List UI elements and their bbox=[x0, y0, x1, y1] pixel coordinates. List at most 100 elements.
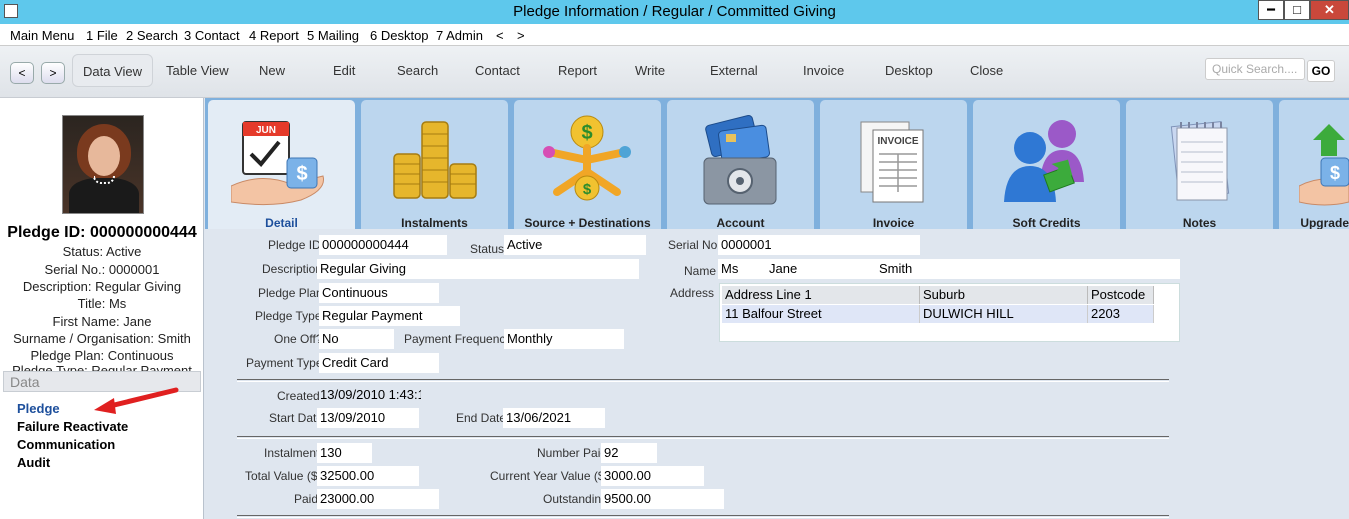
outstanding-field[interactable]: 9500.00 bbox=[601, 489, 724, 509]
name-field[interactable]: Ms Jane Smith bbox=[718, 259, 1180, 279]
start-date-field[interactable]: 13/09/2010 bbox=[317, 408, 419, 428]
one-off-label: One Off? bbox=[274, 332, 323, 346]
tab-strip: JUN $ Detail Instalments $ $ Source + De… bbox=[205, 98, 1349, 230]
summary-first-name: First Name: Jane bbox=[52, 314, 152, 329]
description-label: Description bbox=[262, 262, 323, 276]
tab-instalments[interactable]: Instalments bbox=[361, 100, 508, 230]
report-button[interactable]: Report bbox=[558, 63, 597, 78]
outstanding-label: Outstanding bbox=[543, 492, 608, 506]
desktop-button[interactable]: Desktop bbox=[885, 63, 933, 78]
menu-scroll-left[interactable]: < bbox=[496, 28, 504, 43]
write-button[interactable]: Write bbox=[635, 63, 665, 78]
menu-scroll-right[interactable]: > bbox=[517, 28, 525, 43]
title-bar: Pledge Information / Regular / Committed… bbox=[0, 0, 1349, 24]
number-paid-field[interactable]: 92 bbox=[601, 443, 657, 463]
close-window-button[interactable]: ✕ bbox=[1310, 0, 1349, 20]
toolbar: < > Data View Table View New Edit Search… bbox=[0, 46, 1349, 98]
menu-file[interactable]: 1 File bbox=[86, 28, 118, 43]
back-button[interactable]: < bbox=[10, 62, 34, 84]
description-field[interactable]: Regular Giving bbox=[317, 259, 639, 279]
sidebar-item-failure-reactivate[interactable]: Failure Reactivate bbox=[17, 419, 128, 434]
paid-label: Paid bbox=[294, 492, 319, 506]
money-flow-icon: $ $ bbox=[543, 115, 631, 201]
new-button[interactable]: New bbox=[259, 63, 285, 78]
menu-admin[interactable]: 7 Admin bbox=[436, 28, 483, 43]
quick-search-input[interactable]: Quick Search.... bbox=[1205, 58, 1305, 80]
end-date-field[interactable]: 13/06/2021 bbox=[503, 408, 605, 428]
forward-button[interactable]: > bbox=[41, 62, 65, 84]
pledge-id-heading: Pledge ID: 000000000444 bbox=[7, 224, 197, 241]
search-button[interactable]: Search bbox=[397, 63, 438, 78]
pledge-type-label: Pledge Type bbox=[255, 309, 322, 323]
left-panel: Pledge ID: 000000000444 Status: Active S… bbox=[0, 98, 204, 519]
menu-main[interactable]: Main Menu bbox=[10, 28, 74, 43]
payment-frequency-field[interactable]: Monthly bbox=[504, 329, 624, 349]
pledge-plan-label: Pledge Plan bbox=[258, 286, 323, 300]
menu-desktop[interactable]: 6 Desktop bbox=[370, 28, 429, 43]
svg-text:$: $ bbox=[1330, 163, 1340, 183]
address-cell-postcode[interactable]: 2203 bbox=[1088, 305, 1154, 323]
address-cell-suburb[interactable]: DULWICH HILL bbox=[920, 305, 1088, 323]
tab-upgrade[interactable]: $ Upgrade bbox=[1279, 100, 1349, 229]
tab-notes[interactable]: Notes bbox=[1126, 100, 1273, 230]
pledge-plan-field[interactable]: Continuous bbox=[319, 283, 439, 303]
address-cell-line1[interactable]: 11 Balfour Street bbox=[722, 305, 920, 323]
address-col-postcode[interactable]: Postcode bbox=[1088, 286, 1154, 304]
pledge-type-field[interactable]: Regular Payment bbox=[319, 306, 460, 326]
address-col-suburb[interactable]: Suburb bbox=[920, 286, 1088, 304]
table-view-button[interactable]: Table View bbox=[166, 63, 229, 78]
tab-invoice[interactable]: INVOICE Invoice bbox=[820, 100, 967, 230]
close-button[interactable]: Close bbox=[970, 63, 1003, 78]
serial-no-field[interactable]: 0000001 bbox=[718, 235, 920, 255]
serial-no-label: Serial No. bbox=[668, 238, 721, 252]
data-view-button[interactable]: Data View bbox=[72, 54, 154, 87]
contact-photo bbox=[62, 115, 144, 214]
tab-detail[interactable]: JUN $ Detail bbox=[208, 100, 355, 230]
start-date-label: Start Date bbox=[269, 411, 324, 425]
people-transfer-icon bbox=[1004, 120, 1084, 202]
menu-search[interactable]: 2 Search bbox=[126, 28, 178, 43]
coin-stacks-icon bbox=[393, 121, 477, 199]
name-last: Smith bbox=[879, 261, 913, 276]
sidebar-item-audit[interactable]: Audit bbox=[17, 455, 50, 470]
window-title: Pledge Information / Regular / Committed… bbox=[513, 3, 836, 20]
address-grid: Address Line 1 Suburb Postcode 11 Balfou… bbox=[719, 283, 1180, 342]
external-button[interactable]: External bbox=[710, 63, 758, 78]
current-year-value-field[interactable]: 3000.00 bbox=[601, 466, 704, 486]
contact-button[interactable]: Contact bbox=[475, 63, 520, 78]
credit-card-safe-icon bbox=[703, 115, 777, 205]
address-col-line1[interactable]: Address Line 1 bbox=[722, 286, 920, 304]
instalments-field[interactable]: 130 bbox=[317, 443, 372, 463]
status-label: Status bbox=[470, 242, 505, 256]
pledge-id-field[interactable]: 000000000444 bbox=[319, 235, 447, 255]
name-first: Jane bbox=[769, 261, 798, 276]
payment-type-field[interactable]: Credit Card bbox=[319, 353, 439, 373]
tab-upgrade-label: Upgrade bbox=[1300, 216, 1349, 229]
paid-field[interactable]: 23000.00 bbox=[317, 489, 439, 509]
go-button[interactable]: GO bbox=[1307, 60, 1335, 82]
menu-report[interactable]: 4 Report bbox=[249, 28, 299, 43]
address-label: Address bbox=[670, 286, 715, 300]
menu-mailing[interactable]: 5 Mailing bbox=[307, 28, 359, 43]
total-value-field[interactable]: 32500.00 bbox=[317, 466, 419, 486]
edit-button[interactable]: Edit bbox=[333, 63, 355, 78]
status-field[interactable]: Active bbox=[504, 235, 646, 255]
menu-contact[interactable]: 3 Contact bbox=[184, 28, 240, 43]
minimize-button[interactable]: ━ bbox=[1258, 0, 1284, 20]
summary-status: Status: Active bbox=[62, 244, 142, 259]
upgrade-arrow-icon: $ bbox=[1299, 124, 1349, 206]
tab-soft-credits[interactable]: Soft Credits bbox=[973, 100, 1120, 230]
maximize-button[interactable]: □ bbox=[1284, 0, 1310, 20]
tab-account[interactable]: Account bbox=[667, 100, 814, 230]
svg-text:$: $ bbox=[296, 163, 307, 185]
tab-source-destinations[interactable]: $ $ Source + Destinations bbox=[514, 100, 661, 230]
invoice-button[interactable]: Invoice bbox=[803, 63, 844, 78]
one-off-field[interactable]: No bbox=[319, 329, 394, 349]
total-value-label: Total Value ($) bbox=[245, 469, 322, 483]
tab-detail-label: Detail bbox=[265, 216, 298, 230]
tab-instalments-label: Instalments bbox=[401, 216, 468, 230]
number-paid-label: Number Paid bbox=[537, 446, 608, 460]
sidebar-item-pledge[interactable]: Pledge bbox=[17, 401, 60, 416]
svg-text:INVOICE: INVOICE bbox=[877, 136, 918, 147]
sidebar-item-communication[interactable]: Communication bbox=[17, 437, 115, 452]
